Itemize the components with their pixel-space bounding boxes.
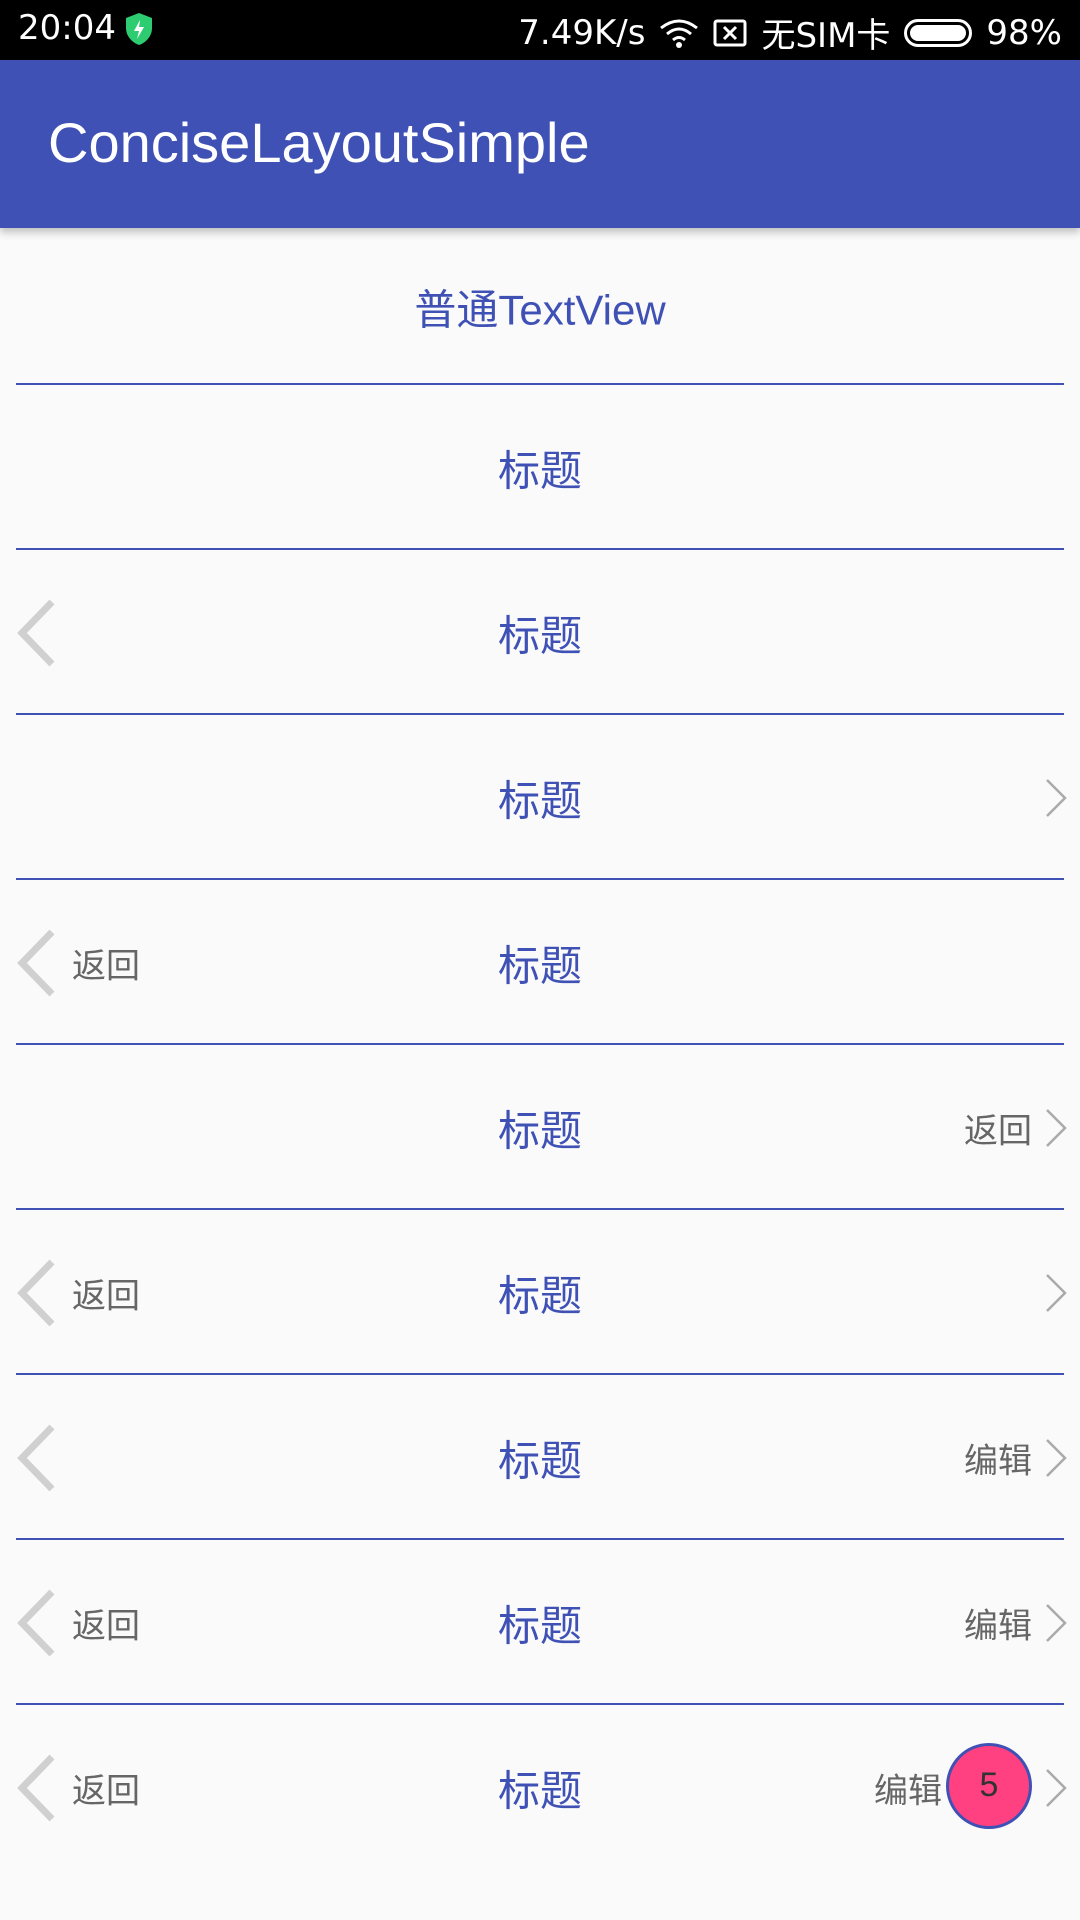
row-title: 标题 <box>497 776 582 825</box>
status-time: 20:04 <box>18 8 116 48</box>
chevron-right-icon[interactable] <box>1044 1603 1068 1643</box>
app-title: ConciseLayoutSimple <box>48 111 590 174</box>
plain-textview-label: 普通TextView <box>414 286 666 333</box>
row-title: 标题 <box>497 446 582 495</box>
row-right-text: 标题 返回 <box>0 1045 1080 1210</box>
chevron-right-icon[interactable] <box>1044 778 1068 818</box>
row-back-and-edit: 标题 编辑 <box>0 1375 1080 1540</box>
sim-x-icon <box>713 19 747 46</box>
count-badge: 5 <box>946 1742 1032 1829</box>
chevron-right-icon[interactable] <box>1044 1273 1068 1313</box>
row-plain-textview: 普通TextView <box>0 228 1080 385</box>
row-back-with-text: 返回 标题 <box>0 880 1080 1045</box>
edit-button[interactable]: 编辑 <box>964 1433 1032 1482</box>
row-back-text-and-edit: 返回 标题 编辑 <box>0 1540 1080 1705</box>
sim-status: 无SIM卡 <box>761 16 891 56</box>
row-back-arrow: 标题 <box>0 550 1080 715</box>
net-speed: 7.49K/s <box>518 12 646 53</box>
layout-list: 普通TextView 标题 标题 标题 返回 标题 标题 返回 返回 标题 标题… <box>0 228 1080 1870</box>
edit-button[interactable]: 编辑 <box>964 1598 1032 1647</box>
chevron-right-icon[interactable] <box>1044 1438 1068 1478</box>
app-bar: ConciseLayoutSimple <box>0 60 1080 228</box>
row-title: 标题 <box>497 611 582 660</box>
chevron-right-icon[interactable] <box>1044 1108 1068 1148</box>
chevron-right-icon[interactable] <box>1044 1768 1068 1808</box>
row-back-text-and-arrow: 返回 标题 <box>0 1210 1080 1375</box>
battery-icon <box>904 18 973 47</box>
row-with-badge: 返回 标题 编辑 5 <box>0 1705 1080 1870</box>
row-title: 标题 <box>497 1106 582 1155</box>
shield-icon <box>126 13 152 45</box>
row-title-only: 标题 <box>0 385 1080 550</box>
battery-percent: 98% <box>986 12 1062 53</box>
edit-button[interactable]: 编辑 <box>874 1763 942 1812</box>
status-bar: 20:04 7.49K/s 无SIM卡 98% <box>0 0 1080 60</box>
row-title: 标题 <box>497 941 582 990</box>
row-title: 标题 <box>497 1436 582 1485</box>
status-right-group: 7.49K/s 无SIM卡 98% <box>518 8 1062 57</box>
row-forward-arrow: 标题 <box>0 715 1080 880</box>
row-title: 标题 <box>497 1271 582 1320</box>
wifi-icon <box>660 19 699 48</box>
row-title: 标题 <box>497 1601 582 1650</box>
right-text-button[interactable]: 返回 <box>964 1103 1032 1152</box>
